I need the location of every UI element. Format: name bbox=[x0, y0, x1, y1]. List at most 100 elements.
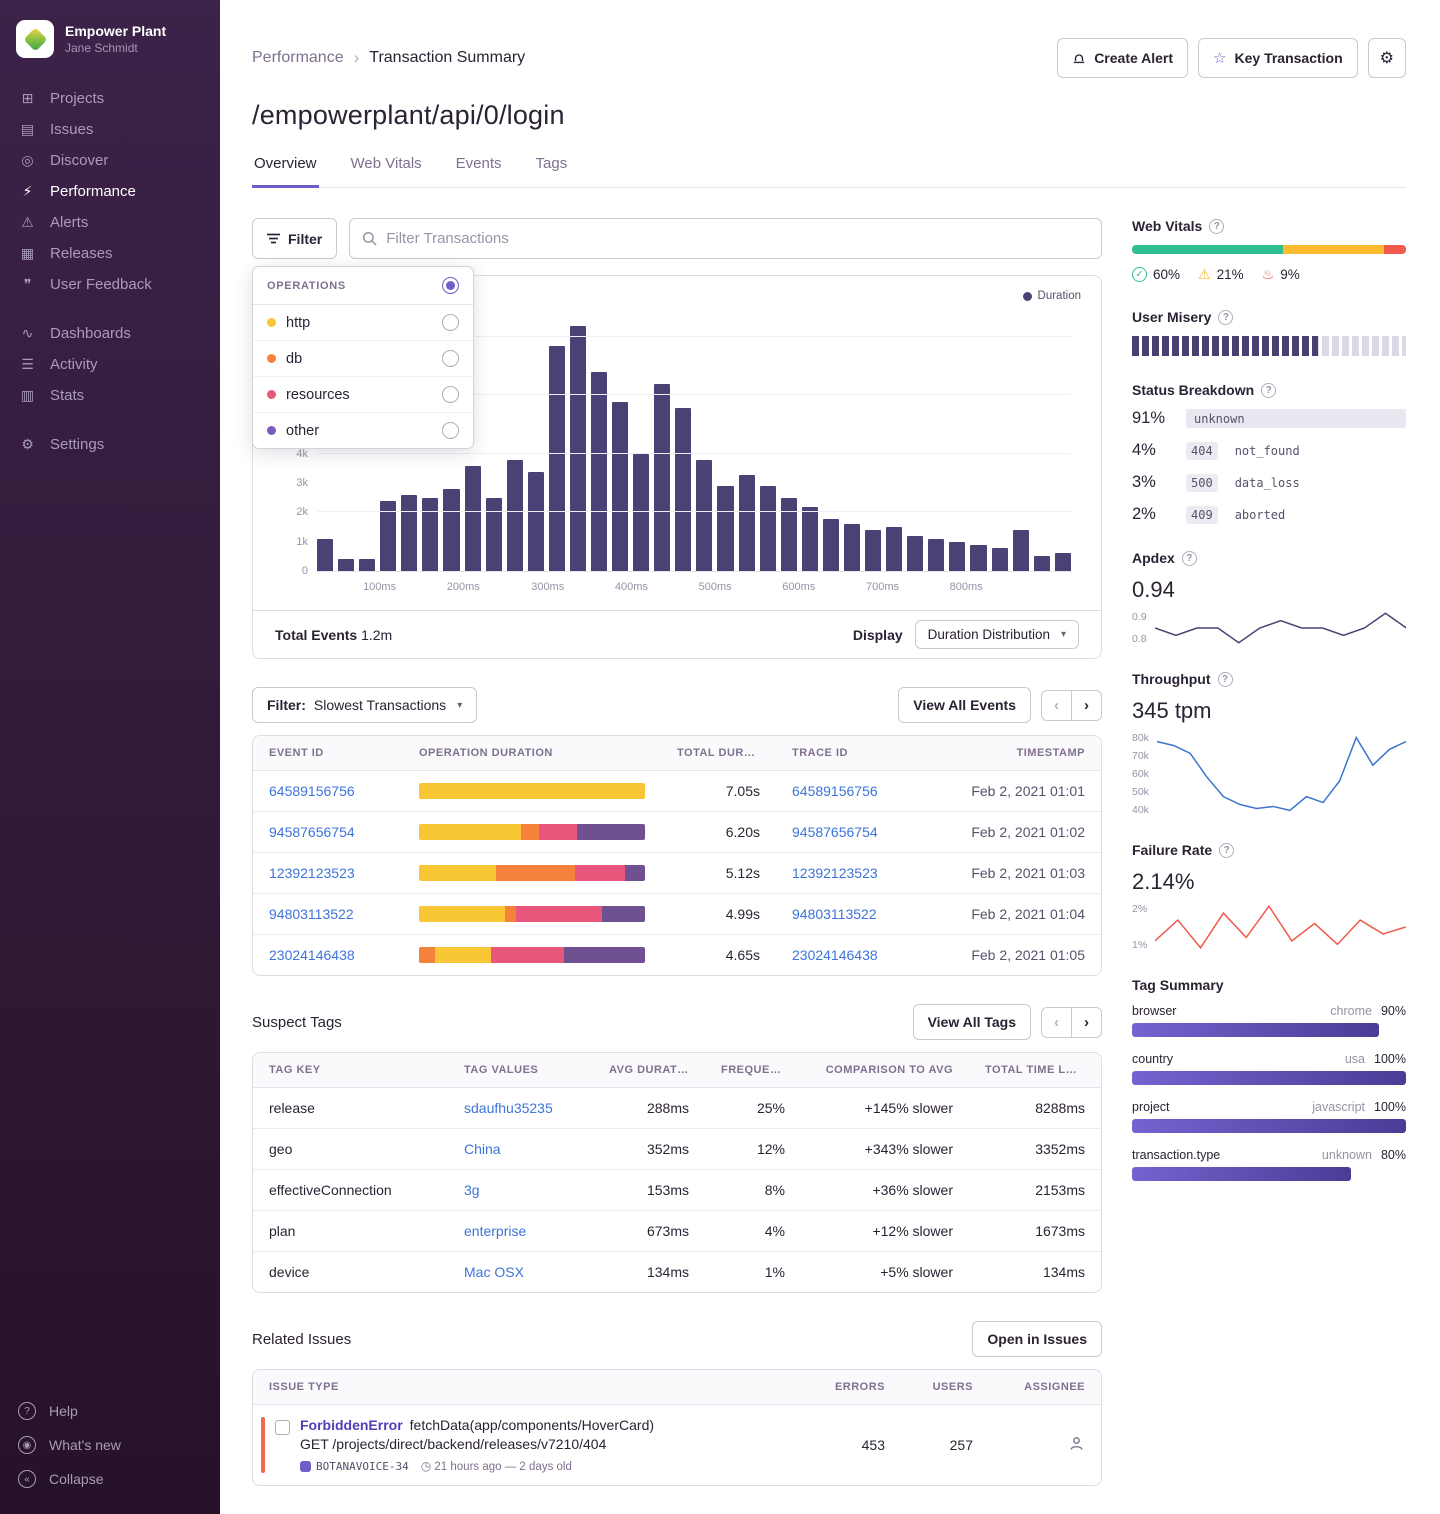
sidebar-item-help[interactable]: ?Help bbox=[0, 1394, 220, 1428]
view-all-tags-button[interactable]: View All Tags bbox=[913, 1004, 1031, 1040]
histogram-bar[interactable] bbox=[359, 559, 375, 571]
operation-radio[interactable] bbox=[442, 350, 459, 367]
event-id-link[interactable]: 64589156756 bbox=[253, 771, 403, 811]
histogram-bar[interactable] bbox=[928, 539, 944, 571]
histogram-bar[interactable] bbox=[781, 498, 797, 571]
key-transaction-button[interactable]: ☆ Key Transaction bbox=[1198, 38, 1358, 78]
issue-checkbox[interactable] bbox=[275, 1420, 290, 1435]
operations-all-radio[interactable] bbox=[442, 277, 459, 294]
tab-events[interactable]: Events bbox=[454, 155, 504, 188]
tag-value-link[interactable]: Mac OSX bbox=[448, 1252, 593, 1292]
prev-page-button[interactable]: ‹ bbox=[1041, 690, 1072, 721]
sidebar-item-collapse[interactable]: «Collapse bbox=[0, 1462, 220, 1496]
operation-radio[interactable] bbox=[442, 422, 459, 439]
breadcrumb-performance[interactable]: Performance bbox=[252, 49, 344, 67]
operation-option-resources[interactable]: resources bbox=[253, 377, 473, 413]
sidebar-item-activity[interactable]: ☰Activity bbox=[0, 349, 220, 380]
search-input[interactable] bbox=[386, 230, 1089, 247]
histogram-bar[interactable] bbox=[591, 372, 607, 571]
sidebar-item-performance[interactable]: ⚡Performance bbox=[0, 176, 220, 207]
histogram-bar[interactable] bbox=[507, 460, 523, 571]
histogram-bar[interactable] bbox=[422, 498, 438, 571]
sidebar-item-alerts[interactable]: ⚠Alerts bbox=[0, 207, 220, 238]
histogram-bar[interactable] bbox=[696, 460, 712, 571]
histogram-bar[interactable] bbox=[823, 519, 839, 571]
help-icon[interactable]: ? bbox=[1182, 551, 1197, 566]
view-all-events-button[interactable]: View All Events bbox=[898, 687, 1031, 723]
org-switcher[interactable]: Empower Plant Jane Schmidt bbox=[0, 14, 220, 74]
operation-option-db[interactable]: db bbox=[253, 341, 473, 377]
help-icon[interactable]: ? bbox=[1218, 310, 1233, 325]
histogram-bar[interactable] bbox=[401, 495, 417, 571]
sidebar-item-releases[interactable]: ▦Releases bbox=[0, 238, 220, 269]
sidebar-item-stats[interactable]: ▥Stats bbox=[0, 380, 220, 411]
histogram-bar[interactable] bbox=[654, 384, 670, 571]
histogram-bar[interactable] bbox=[338, 559, 354, 571]
histogram-bar[interactable] bbox=[675, 408, 691, 571]
trace-id-link[interactable]: 94803113522 bbox=[776, 894, 926, 934]
sidebar-item-issues[interactable]: ▤Issues bbox=[0, 114, 220, 145]
display-select[interactable]: Duration Distribution ▾ bbox=[915, 620, 1079, 649]
event-id-link[interactable]: 94803113522 bbox=[253, 894, 403, 934]
histogram-bar[interactable] bbox=[528, 472, 544, 571]
trace-id-link[interactable]: 64589156756 bbox=[776, 771, 926, 811]
histogram-bar[interactable] bbox=[1034, 556, 1050, 571]
next-page-button[interactable]: › bbox=[1072, 690, 1102, 721]
tag-value-link[interactable]: China bbox=[448, 1129, 593, 1169]
histogram-bar[interactable] bbox=[317, 539, 333, 571]
histogram-bar[interactable] bbox=[612, 402, 628, 571]
trace-id-link[interactable]: 94587656754 bbox=[776, 812, 926, 852]
next-page-button[interactable]: › bbox=[1072, 1007, 1102, 1038]
event-id-link[interactable]: 94587656754 bbox=[253, 812, 403, 852]
sidebar-item-whats-new[interactable]: ◉What's new bbox=[0, 1428, 220, 1462]
sidebar-item-projects[interactable]: ⊞Projects bbox=[0, 83, 220, 114]
operation-option-http[interactable]: http bbox=[253, 305, 473, 341]
issue-assignee[interactable] bbox=[989, 1423, 1101, 1467]
histogram-bar[interactable] bbox=[844, 524, 860, 571]
tab-web-vitals[interactable]: Web Vitals bbox=[349, 155, 424, 188]
histogram-bar[interactable] bbox=[443, 489, 459, 571]
prev-page-button[interactable]: ‹ bbox=[1041, 1007, 1072, 1038]
sidebar-item-dashboards[interactable]: ∿Dashboards bbox=[0, 318, 220, 349]
operation-radio[interactable] bbox=[442, 314, 459, 331]
histogram-bar[interactable] bbox=[760, 486, 776, 571]
histogram-bar[interactable] bbox=[486, 498, 502, 571]
settings-button[interactable]: ⚙ bbox=[1368, 38, 1406, 78]
histogram-bar[interactable] bbox=[633, 454, 649, 571]
help-icon[interactable]: ? bbox=[1219, 843, 1234, 858]
filter-button[interactable]: Filter bbox=[252, 218, 337, 259]
operation-option-other[interactable]: other bbox=[253, 413, 473, 448]
histogram-bar[interactable] bbox=[570, 326, 586, 571]
histogram-bar[interactable] bbox=[717, 486, 733, 571]
tag-value-link[interactable]: 3g bbox=[448, 1170, 593, 1210]
trace-id-link[interactable]: 12392123523 bbox=[776, 853, 926, 893]
trace-id-link[interactable]: 23024146438 bbox=[776, 935, 926, 975]
histogram-bar[interactable] bbox=[465, 466, 481, 571]
tab-overview[interactable]: Overview bbox=[252, 155, 319, 188]
histogram-bar[interactable] bbox=[865, 530, 881, 571]
histogram-bar[interactable] bbox=[802, 507, 818, 571]
histogram-bar[interactable] bbox=[886, 527, 902, 571]
histogram-bar[interactable] bbox=[549, 346, 565, 571]
event-id-link[interactable]: 12392123523 bbox=[253, 853, 403, 893]
histogram-bar[interactable] bbox=[1055, 553, 1071, 571]
events-filter-select[interactable]: Filter: Slowest Transactions ▾ bbox=[252, 687, 477, 723]
histogram-bar[interactable] bbox=[907, 536, 923, 571]
histogram-bar[interactable] bbox=[949, 542, 965, 571]
tab-tags[interactable]: Tags bbox=[534, 155, 570, 188]
histogram-bar[interactable] bbox=[970, 545, 986, 571]
open-in-issues-button[interactable]: Open in Issues bbox=[972, 1321, 1102, 1357]
operation-radio[interactable] bbox=[442, 386, 459, 403]
tag-value-link[interactable]: sdaufhu35235 bbox=[448, 1088, 593, 1128]
histogram-bar[interactable] bbox=[1013, 530, 1029, 571]
create-alert-button[interactable]: Create Alert bbox=[1057, 38, 1188, 78]
histogram-bar[interactable] bbox=[739, 475, 755, 571]
sidebar-item-discover[interactable]: ◎Discover bbox=[0, 145, 220, 176]
issue-error-type[interactable]: ForbiddenError bbox=[300, 1417, 403, 1433]
help-icon[interactable]: ? bbox=[1209, 219, 1224, 234]
help-icon[interactable]: ? bbox=[1261, 383, 1276, 398]
histogram-bar[interactable] bbox=[992, 548, 1008, 571]
tag-value-link[interactable]: enterprise bbox=[448, 1211, 593, 1251]
sidebar-item-user-feedback[interactable]: ❞User Feedback bbox=[0, 269, 220, 300]
event-id-link[interactable]: 23024146438 bbox=[253, 935, 403, 975]
